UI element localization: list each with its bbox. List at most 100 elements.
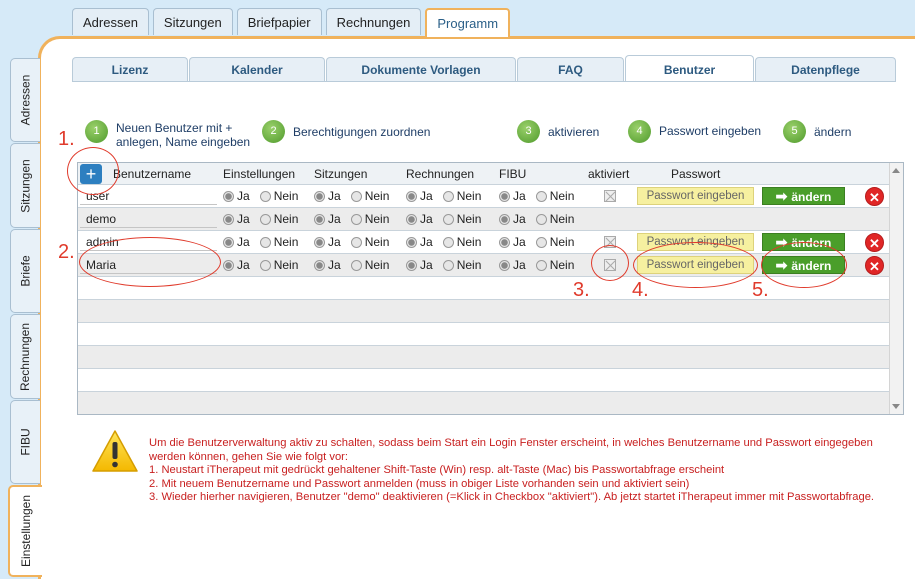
aktiviert-checkbox[interactable]: [604, 190, 616, 202]
arrow-right-icon: ➡: [775, 188, 788, 204]
radio-yes[interactable]: [314, 259, 325, 271]
radio-yes[interactable]: [314, 236, 325, 248]
radio-yes[interactable]: [499, 259, 510, 271]
header-passwort: Passwort: [671, 167, 721, 181]
radio-no[interactable]: [259, 213, 271, 225]
radio-yes-label: Ja: [513, 258, 526, 272]
permission-radio-group: Ja Nein: [314, 212, 389, 226]
radio-no-label: Nein: [549, 258, 575, 272]
radio-no[interactable]: [535, 259, 547, 271]
radio-no[interactable]: [442, 190, 454, 202]
radio-yes[interactable]: [499, 213, 510, 225]
side-tab-fibu[interactable]: FIBU: [10, 400, 40, 484]
radio-no[interactable]: [259, 236, 271, 248]
side-tab-rechnungen[interactable]: Rechnungen: [10, 314, 40, 399]
radio-yes[interactable]: [314, 213, 325, 225]
warning-text: Um die Benutzerverwaltung aktiv zu schal…: [149, 437, 889, 505]
username-field[interactable]: demo: [80, 210, 217, 228]
radio-no[interactable]: [259, 190, 271, 202]
radio-no[interactable]: [350, 190, 362, 202]
radio-no-label: Nein: [364, 189, 390, 203]
annotation-ellipse: [633, 242, 758, 288]
table-scrollbar[interactable]: [889, 163, 903, 414]
radio-no[interactable]: [535, 236, 547, 248]
annotation-ellipse: [67, 147, 119, 195]
radio-no[interactable]: [442, 213, 454, 225]
radio-yes-label: Ja: [513, 212, 526, 226]
scroll-down-icon[interactable]: [892, 404, 900, 409]
radio-no-label: Nein: [456, 235, 482, 249]
side-tab-label: Sitzungen: [18, 158, 33, 213]
radio-yes[interactable]: [406, 190, 417, 202]
tab-sitzungen[interactable]: Sitzungen: [152, 8, 233, 35]
radio-yes[interactable]: [406, 213, 417, 225]
radio-yes[interactable]: [499, 190, 510, 202]
warning-line-3: 3. Wieder hierher navigieren, Benutzer "…: [149, 491, 875, 503]
permission-radio-group: Ja Nein: [314, 258, 389, 272]
radio-no-label: Nein: [273, 212, 299, 226]
radio-yes[interactable]: [314, 190, 325, 202]
radio-no[interactable]: [535, 190, 547, 202]
radio-no[interactable]: [442, 259, 454, 271]
radio-no[interactable]: [350, 236, 362, 248]
side-tab-briefe[interactable]: Briefe: [10, 229, 40, 313]
radio-no[interactable]: [350, 213, 362, 225]
radio-no[interactable]: [442, 236, 454, 248]
step-number: 5: [783, 120, 806, 143]
permission-radio-group: Ja Nein: [223, 258, 298, 272]
subtab-kalender[interactable]: Kalender: [189, 57, 325, 81]
radio-yes-label: Ja: [328, 235, 341, 249]
radio-no-label: Nein: [456, 258, 482, 272]
step-number: 1: [85, 120, 108, 143]
header-benutzername: Benutzername: [113, 167, 192, 181]
radio-yes-label: Ja: [420, 235, 433, 249]
radio-yes-label: Ja: [513, 235, 526, 249]
side-tab-label: Rechnungen: [18, 322, 33, 391]
radio-no[interactable]: [535, 213, 547, 225]
subtab-lizenz[interactable]: Lizenz: [72, 57, 188, 81]
radio-no-label: Nein: [549, 189, 575, 203]
radio-yes-label: Ja: [420, 212, 433, 226]
change-button[interactable]: ➡ ändern: [762, 187, 845, 205]
subtab-benutzer[interactable]: Benutzer: [625, 55, 754, 81]
side-tab-sitzungen[interactable]: Sitzungen: [10, 143, 40, 228]
tab-rechnungen[interactable]: Rechnungen: [325, 8, 422, 35]
password-button[interactable]: Passwort eingeben: [637, 187, 754, 205]
subtab-faq[interactable]: FAQ: [517, 57, 624, 81]
radio-yes[interactable]: [223, 236, 234, 248]
radio-no[interactable]: [350, 259, 362, 271]
tab-adressen[interactable]: Adressen: [72, 8, 149, 35]
permission-radio-group: Ja Nein: [499, 189, 574, 203]
radio-yes[interactable]: [223, 213, 234, 225]
annotation-5: 5.: [752, 279, 769, 301]
radio-yes[interactable]: [406, 259, 417, 271]
radio-yes-label: Ja: [420, 189, 433, 203]
warning-line-1: 1. Neustart iTherapeut mit gedrückt geha…: [149, 464, 725, 476]
radio-yes-label: Ja: [328, 258, 341, 272]
header-rechnungen: Rechnungen: [406, 167, 475, 181]
scroll-up-icon[interactable]: [892, 168, 900, 173]
step-label-line: Neuen Benutzer mit +: [116, 121, 233, 135]
radio-yes[interactable]: [223, 259, 234, 271]
radio-yes[interactable]: [223, 190, 234, 202]
radio-no-label: Nein: [273, 235, 299, 249]
subtab-dokumente-vorlagen[interactable]: Dokumente Vorlagen: [326, 57, 516, 81]
step-label: aktivieren: [548, 125, 600, 139]
tab-programm[interactable]: Programm: [425, 8, 511, 37]
annotation-ellipse: [79, 237, 221, 287]
radio-yes[interactable]: [406, 236, 417, 248]
radio-no[interactable]: [259, 259, 271, 271]
side-tab-adressen[interactable]: Adressen: [10, 58, 40, 142]
delete-icon[interactable]: ✕: [865, 256, 884, 275]
permission-radio-group: Ja Nein: [406, 212, 481, 226]
delete-icon[interactable]: ✕: [865, 187, 884, 206]
tab-briefpapier[interactable]: Briefpapier: [236, 8, 322, 35]
permission-radio-group: Ja Nein: [314, 189, 389, 203]
side-tab-einstellungen[interactable]: Einstellungen: [8, 485, 42, 577]
radio-yes[interactable]: [499, 236, 510, 248]
table-row: [78, 346, 890, 369]
annotation-3: 3.: [573, 279, 590, 301]
radio-yes-label: Ja: [237, 189, 250, 203]
delete-icon[interactable]: ✕: [865, 233, 884, 252]
subtab-datenpflege[interactable]: Datenpflege: [755, 57, 896, 81]
